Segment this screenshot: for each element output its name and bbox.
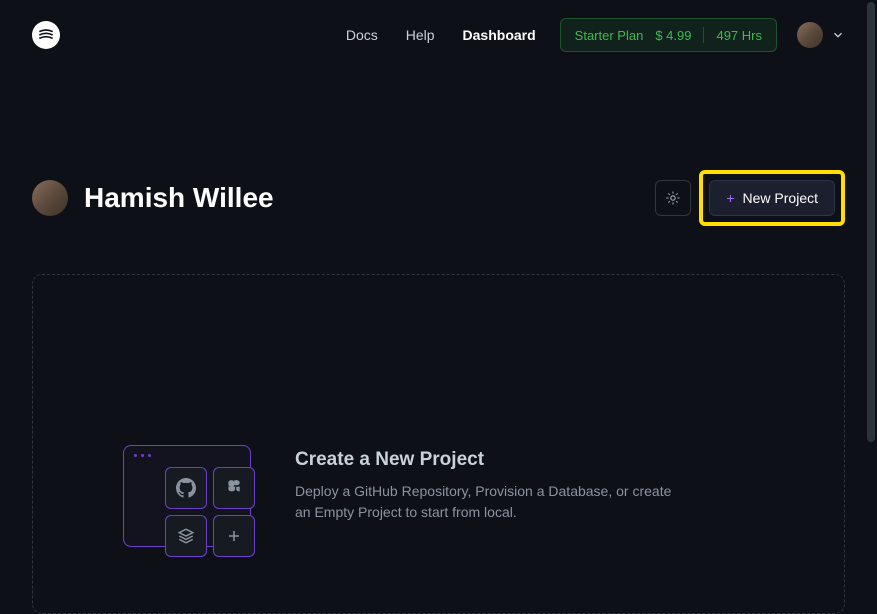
empty-state-panel: Create a New Project Deploy a GitHub Rep… [32, 274, 845, 614]
plan-badge[interactable]: Starter Plan $ 4.99 497 Hrs [560, 18, 777, 52]
settings-button[interactable] [655, 180, 691, 216]
empty-title: Create a New Project [295, 449, 675, 471]
nav-help[interactable]: Help [406, 27, 435, 43]
user-avatar [32, 180, 68, 216]
new-project-highlight: + New Project [699, 170, 845, 226]
plan-price: $ 4.99 [655, 28, 691, 43]
user-heading: Hamish Willee [32, 180, 274, 216]
add-icon [213, 515, 255, 557]
plan-name: Starter Plan [575, 28, 644, 43]
nav-links: Docs Help Dashboard [346, 27, 536, 43]
avatar [797, 22, 823, 48]
top-navigation: Docs Help Dashboard Starter Plan $ 4.99 … [0, 0, 877, 70]
brand-logo[interactable] [32, 21, 60, 49]
empty-text: Create a New Project Deploy a GitHub Rep… [295, 445, 675, 523]
new-project-label: New Project [743, 190, 818, 206]
chevron-down-icon [831, 28, 845, 42]
main-content: Hamish Willee + New Project [0, 70, 877, 614]
scrollbar[interactable] [867, 2, 875, 442]
nav-dashboard[interactable]: Dashboard [463, 27, 536, 43]
page-header: Hamish Willee + New Project [32, 170, 845, 226]
layers-icon [165, 515, 207, 557]
plus-icon: + [726, 190, 734, 206]
empty-description: Deploy a GitHub Repository, Provision a … [295, 481, 675, 523]
plan-divider [703, 27, 704, 43]
gear-icon [665, 190, 681, 206]
plan-hours: 497 Hrs [716, 28, 762, 43]
nav-docs[interactable]: Docs [346, 27, 378, 43]
empty-illustration [123, 445, 263, 555]
database-icon [213, 467, 255, 509]
user-menu[interactable] [797, 22, 845, 48]
page-title: Hamish Willee [84, 182, 274, 214]
new-project-button[interactable]: + New Project [709, 180, 835, 216]
github-icon [165, 467, 207, 509]
header-actions: + New Project [655, 170, 845, 226]
